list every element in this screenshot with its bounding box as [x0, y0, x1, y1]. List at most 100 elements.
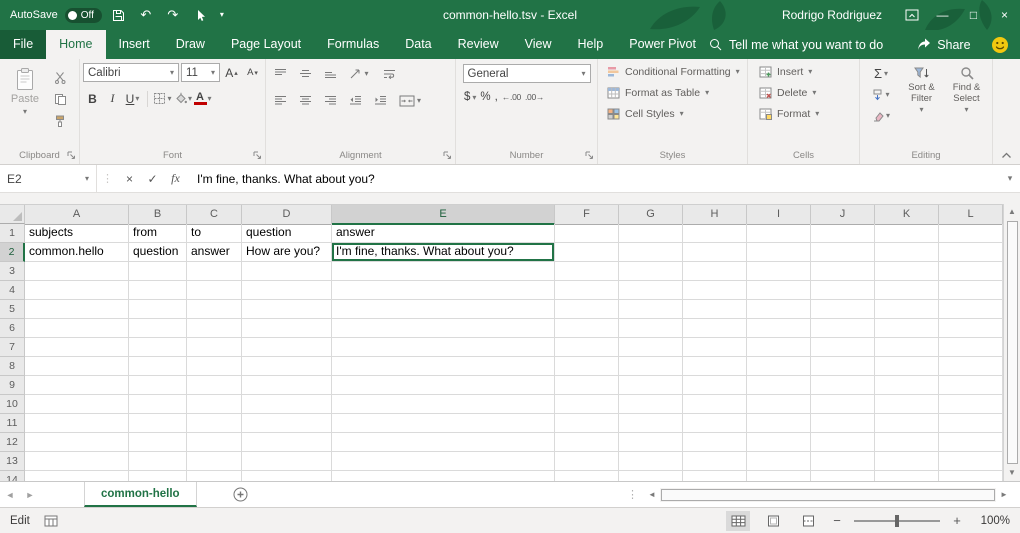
zoom-level[interactable]: 100%	[974, 515, 1010, 527]
cell-G9[interactable]	[619, 376, 683, 395]
scroll-right-arrow[interactable]: ►	[996, 490, 1012, 499]
cell-I8[interactable]	[747, 357, 811, 376]
cell-L6[interactable]	[939, 319, 1003, 338]
cell-J11[interactable]	[811, 414, 875, 433]
column-header-B[interactable]: B	[129, 205, 187, 225]
cell-C11[interactable]	[187, 414, 242, 433]
ribbon-tab-power-pivot[interactable]: Power Pivot	[616, 30, 709, 59]
cell-B6[interactable]	[129, 319, 187, 338]
cell-F12[interactable]	[555, 433, 619, 452]
cell-D4[interactable]	[242, 281, 332, 300]
cell-H7[interactable]	[683, 338, 747, 357]
ribbon-tab-review[interactable]: Review	[445, 30, 512, 59]
column-header-A[interactable]: A	[25, 205, 129, 225]
cell-D8[interactable]	[242, 357, 332, 376]
macro-record-button[interactable]	[44, 515, 58, 527]
tab-bar-splitter[interactable]: ⋮	[621, 488, 644, 501]
cell-D7[interactable]	[242, 338, 332, 357]
cell-A10[interactable]	[25, 395, 129, 414]
column-header-I[interactable]: I	[747, 205, 811, 225]
row-header-11[interactable]: 11	[0, 414, 25, 433]
cell-H2[interactable]	[683, 243, 747, 262]
cell-K12[interactable]	[875, 433, 939, 452]
cell-L4[interactable]	[939, 281, 1003, 300]
cell-H1[interactable]	[683, 224, 747, 243]
cell-G10[interactable]	[619, 395, 683, 414]
ribbon-display-options-button[interactable]	[896, 0, 927, 30]
cell-J9[interactable]	[811, 376, 875, 395]
page-break-view-button[interactable]	[796, 511, 820, 531]
cell-E14[interactable]	[332, 471, 555, 481]
copy-button[interactable]	[47, 90, 73, 109]
cell-A6[interactable]	[25, 319, 129, 338]
name-box[interactable]: E2 ▾	[0, 165, 96, 192]
cell-E4[interactable]	[332, 281, 555, 300]
ribbon-tab-draw[interactable]: Draw	[163, 30, 218, 59]
cell-J6[interactable]	[811, 319, 875, 338]
row-header-6[interactable]: 6	[0, 319, 25, 338]
cell-H11[interactable]	[683, 414, 747, 433]
sheet-nav-prev-button[interactable]: ◄	[0, 490, 20, 500]
ribbon-tab-insert[interactable]: Insert	[106, 30, 163, 59]
font-name-select[interactable]: Calibri ▾	[83, 63, 179, 82]
conditional-formatting-button[interactable]: Conditional Formatting ▾	[601, 61, 744, 82]
enter-button[interactable]: ✓	[141, 172, 164, 186]
cell-B1[interactable]: from	[129, 224, 187, 243]
cell-L13[interactable]	[939, 452, 1003, 471]
minimize-button[interactable]: —	[927, 0, 958, 30]
cell-G8[interactable]	[619, 357, 683, 376]
cell-A7[interactable]	[25, 338, 129, 357]
decrease-font-size-button[interactable]: A▾	[243, 63, 262, 82]
cell-C7[interactable]	[187, 338, 242, 357]
quick-access-customize-button[interactable]: ▾	[217, 0, 227, 30]
cell-C5[interactable]	[187, 300, 242, 319]
sheet-tab-common-hello[interactable]: common-hello	[84, 482, 197, 507]
cell-D3[interactable]	[242, 262, 332, 281]
cell-L9[interactable]	[939, 376, 1003, 395]
cell-H13[interactable]	[683, 452, 747, 471]
cell-E2[interactable]: I'm fine, thanks. What about you?	[332, 243, 555, 262]
cell-F7[interactable]	[555, 338, 619, 357]
cell-K2[interactable]	[875, 243, 939, 262]
cell-I13[interactable]	[747, 452, 811, 471]
scroll-left-arrow[interactable]: ◄	[644, 490, 660, 499]
touch-mode-button[interactable]	[190, 9, 210, 22]
cell-F14[interactable]	[555, 471, 619, 481]
wrap-text-button[interactable]	[376, 64, 402, 83]
paste-button[interactable]: Paste ▾	[3, 62, 47, 146]
row-header-2[interactable]: 2	[0, 243, 25, 262]
cell-E8[interactable]	[332, 357, 555, 376]
scroll-down-arrow[interactable]: ▼	[1008, 465, 1016, 481]
cell-F4[interactable]	[555, 281, 619, 300]
cell-L2[interactable]	[939, 243, 1003, 262]
format-cells-button[interactable]: Format ▾	[751, 103, 856, 124]
cell-K10[interactable]	[875, 395, 939, 414]
cell-I3[interactable]	[747, 262, 811, 281]
cell-F9[interactable]	[555, 376, 619, 395]
cell-H5[interactable]	[683, 300, 747, 319]
cell-A4[interactable]	[25, 281, 129, 300]
alignment-dialog-launcher[interactable]	[443, 151, 452, 160]
clear-button[interactable]: ▾	[863, 106, 899, 125]
cell-C14[interactable]	[187, 471, 242, 481]
vertical-scrollbar[interactable]: ▲ ▼	[1003, 204, 1020, 481]
cell-A3[interactable]	[25, 262, 129, 281]
cell-D14[interactable]	[242, 471, 332, 481]
cell-B2[interactable]: question	[129, 243, 187, 262]
maximize-button[interactable]: □	[958, 0, 989, 30]
cell-D11[interactable]	[242, 414, 332, 433]
fill-button[interactable]: ▾	[863, 85, 899, 104]
cell-I9[interactable]	[747, 376, 811, 395]
cell-K9[interactable]	[875, 376, 939, 395]
cell-D12[interactable]	[242, 433, 332, 452]
cell-A14[interactable]	[25, 471, 129, 481]
cell-B5[interactable]	[129, 300, 187, 319]
delete-cells-button[interactable]: Delete ▾	[751, 82, 856, 103]
zoom-slider[interactable]	[854, 514, 940, 528]
cell-styles-button[interactable]: Cell Styles ▾	[601, 103, 744, 124]
cell-I12[interactable]	[747, 433, 811, 452]
normal-view-button[interactable]	[726, 511, 750, 531]
cell-I5[interactable]	[747, 300, 811, 319]
cell-A1[interactable]: subjects	[25, 224, 129, 243]
ribbon-tab-file[interactable]: File	[0, 30, 46, 59]
